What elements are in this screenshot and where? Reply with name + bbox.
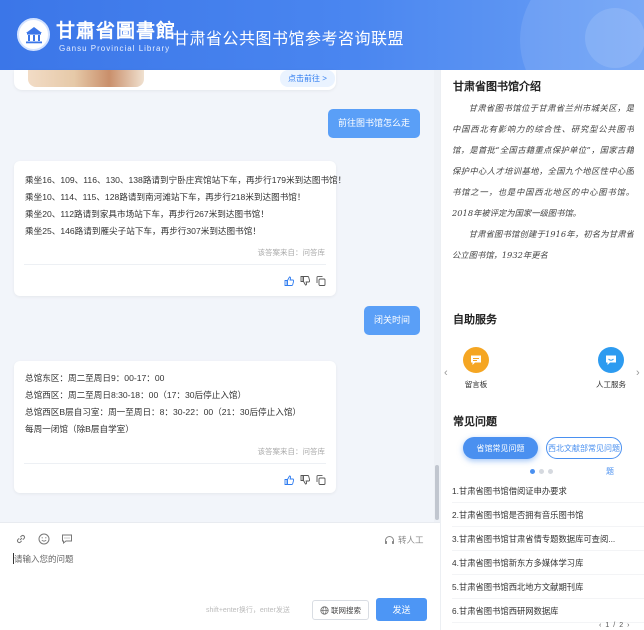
pager-total: 2 xyxy=(619,622,624,629)
app-header: 甘肅省圖書館 Gansu Provincial Library 甘肃省公共图书馆… xyxy=(0,0,644,70)
answer-line: 乘坐16、109、116、130、138路请到宁卧庄宾馆站下车，再步行179米到… xyxy=(25,175,347,185)
library-name-cn: 甘肅省圖書館 xyxy=(56,20,177,42)
keyboard-hint: shift+enter换行，enter发送 xyxy=(206,607,290,614)
pager-current: 1 xyxy=(605,622,610,629)
answer-line: 乘坐10、114、115、128路请到南河滩站下车，再步行218米到达图书馆！ xyxy=(25,192,306,202)
faq-title: 常见问题 xyxy=(453,416,497,428)
self-service-message-board[interactable]: 留言板 xyxy=(456,347,496,390)
message-composer: 转人工 请输入您的问题 shift+enter换行，enter发送 联网搜索 发… xyxy=(0,522,440,630)
self-service-label: 人工服务 xyxy=(596,380,626,389)
answer-line: 每周一闭馆（除B层自学室） xyxy=(25,424,134,434)
thumbs-up-icon[interactable] xyxy=(284,276,294,286)
answer-line: 总馆西区：周二至周日8:30-18：00（17：30后停止入馆） xyxy=(25,390,247,400)
human-service-label: 转人工 xyxy=(398,535,424,545)
send-button[interactable]: 发送 xyxy=(376,598,427,621)
human-service-link[interactable]: 转人工 xyxy=(384,534,424,546)
pager-prev-icon[interactable]: ‹ xyxy=(599,622,601,629)
self-service-label: 留言板 xyxy=(464,380,488,389)
faq-pagination: ‹ 1 / 2 › xyxy=(599,622,629,629)
answer-line: 乘坐20、112路请到家具市场站下车，再步行267米到达图书馆！ xyxy=(25,209,269,219)
human-service-icon xyxy=(598,347,624,373)
tab-provincial-faq[interactable]: 省馆常见问题 xyxy=(463,437,538,459)
bot-answer: 乘坐16、109、116、130、138路请到宁卧庄宾馆站下车，再步行179米到… xyxy=(14,161,346,296)
link-icon[interactable] xyxy=(15,533,27,545)
faq-item[interactable]: 1.甘肃省图书馆借阅证申办要求 xyxy=(452,479,644,503)
carousel-dot[interactable] xyxy=(539,469,544,474)
carousel-next-icon[interactable]: › xyxy=(636,367,640,379)
goto-link[interactable]: 点击前往 > xyxy=(280,70,335,87)
chat-bubble-icon[interactable] xyxy=(61,533,73,545)
self-service-title: 自助服务 xyxy=(453,314,497,326)
web-search-button[interactable]: 联网搜索 xyxy=(312,600,369,620)
info-sidebar: 甘肃省图书馆介绍 甘肃省图书馆位于甘肃省兰州市城关区，是中国西北有影响力的综合性… xyxy=(440,70,644,630)
carousel-dots xyxy=(530,469,553,474)
chat-scrollbar-thumb[interactable] xyxy=(435,465,439,520)
library-name-en: Gansu Provincial Library xyxy=(59,44,171,53)
faq-item[interactable]: 6.甘肃省图书馆西研网数据库 xyxy=(452,599,644,623)
globe-icon xyxy=(320,605,329,615)
message-board-icon xyxy=(463,347,489,373)
copy-icon[interactable] xyxy=(316,276,326,286)
answer-line: 总馆东区：周二至周日9：00-17：00 xyxy=(25,373,165,383)
library-intro[interactable]: 甘肃省图书馆位于甘肃省兰州市城关区，是中国西北有影响力的综合性、研究型公共图书馆… xyxy=(452,98,634,306)
carousel-dot[interactable] xyxy=(548,469,553,474)
intro-paragraph: 甘肃省图书馆创建于1916年，初名为甘肃省公立图书馆，1932年更名 xyxy=(452,229,634,260)
answer-line: 乘坐25、146路请到雁尖子站下车，再步行307米到达图书馆！ xyxy=(25,226,261,236)
pager-separator: / xyxy=(613,622,616,629)
faq-list: 1.甘肃省图书馆借阅证申办要求 2.甘肃省图书馆是否拥有音乐图书馆 3.甘肃省图… xyxy=(452,479,644,623)
answer-source: 该答案来自：问答库 xyxy=(257,248,326,257)
tab-northwest-faq[interactable]: 西北文献部常见问题 xyxy=(546,437,622,459)
intro-title: 甘肃省图书馆介绍 xyxy=(453,81,541,93)
header-decoration xyxy=(585,8,644,68)
tab-label-overflow: 题 xyxy=(606,467,614,476)
carousel-dot[interactable] xyxy=(530,469,535,474)
question-input[interactable]: 请输入您的问题 xyxy=(14,553,74,565)
library-logo xyxy=(17,18,50,51)
faq-item[interactable]: 4.甘肃省图书馆新东方多媒体学习库 xyxy=(452,551,644,575)
self-service-human[interactable]: 人工服务 xyxy=(591,347,631,390)
headset-icon xyxy=(385,535,394,544)
carousel-prev-icon[interactable]: ‹ xyxy=(444,367,448,379)
page-title: 甘肃省公共图书馆参考咨询联盟 xyxy=(173,31,405,48)
bot-answer: 总馆东区：周二至周日9：00-17：00 总馆西区：周二至周日8:30-18：0… xyxy=(14,361,336,493)
pager-next-icon[interactable]: › xyxy=(627,622,629,629)
answer-divider xyxy=(24,463,326,464)
web-search-label: 联网搜索 xyxy=(331,605,361,615)
copy-icon[interactable] xyxy=(316,475,326,485)
user-message: 前往图书馆怎么走 xyxy=(328,109,421,138)
user-message: 闭关时间 xyxy=(364,306,421,335)
thumbs-down-icon[interactable] xyxy=(300,276,310,286)
thumbs-up-icon[interactable] xyxy=(284,475,294,485)
smile-icon[interactable] xyxy=(38,533,50,545)
intro-paragraph: 甘肃省图书馆位于甘肃省兰州市城关区，是中国西北有影响力的综合性、研究型公共图书馆… xyxy=(452,103,634,218)
faq-item[interactable]: 2.甘肃省图书馆是否拥有音乐图书馆 xyxy=(452,503,644,527)
answer-divider xyxy=(24,264,326,265)
thumbs-down-icon[interactable] xyxy=(300,475,310,485)
card-image xyxy=(28,70,144,87)
faq-item[interactable]: 3.甘肃省图书馆甘肃省情专题数据库可查阅... xyxy=(452,527,644,551)
library-building-icon xyxy=(25,26,42,43)
answer-source: 该答案来自：问答库 xyxy=(257,447,326,456)
faq-item[interactable]: 5.甘肃省图书馆西北地方文献期刊库 xyxy=(452,575,644,599)
answer-line: 总馆西区B层自习室：周一至周日：8：30-22：00（21：30后停止入馆） xyxy=(25,407,302,417)
